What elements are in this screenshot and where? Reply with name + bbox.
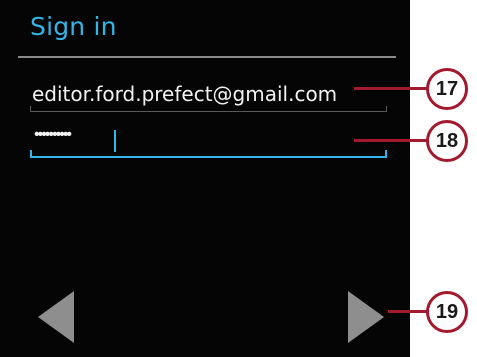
- callout-badge-next: 19: [426, 291, 468, 333]
- password-mask: ••••••••••: [34, 126, 72, 143]
- password-field[interactable]: ••••••••••: [30, 124, 387, 158]
- text-cursor: [114, 130, 116, 152]
- sign-in-screen: Sign in editor.ford.prefect@gmail.com ••…: [0, 0, 410, 357]
- callout-line-email: [354, 87, 428, 90]
- triangle-left-icon[interactable]: [36, 287, 76, 347]
- callout-line-next: [388, 310, 428, 313]
- callout-line-password: [354, 139, 428, 142]
- callout-badge-email: 17: [426, 68, 468, 110]
- title-divider: [18, 56, 396, 58]
- triangle-right-icon[interactable]: [346, 287, 386, 347]
- email-value: editor.ford.prefect@gmail.com: [32, 82, 338, 106]
- callout-badge-password: 18: [426, 120, 468, 162]
- page-title: Sign in: [30, 12, 117, 41]
- email-field[interactable]: editor.ford.prefect@gmail.com: [30, 78, 387, 112]
